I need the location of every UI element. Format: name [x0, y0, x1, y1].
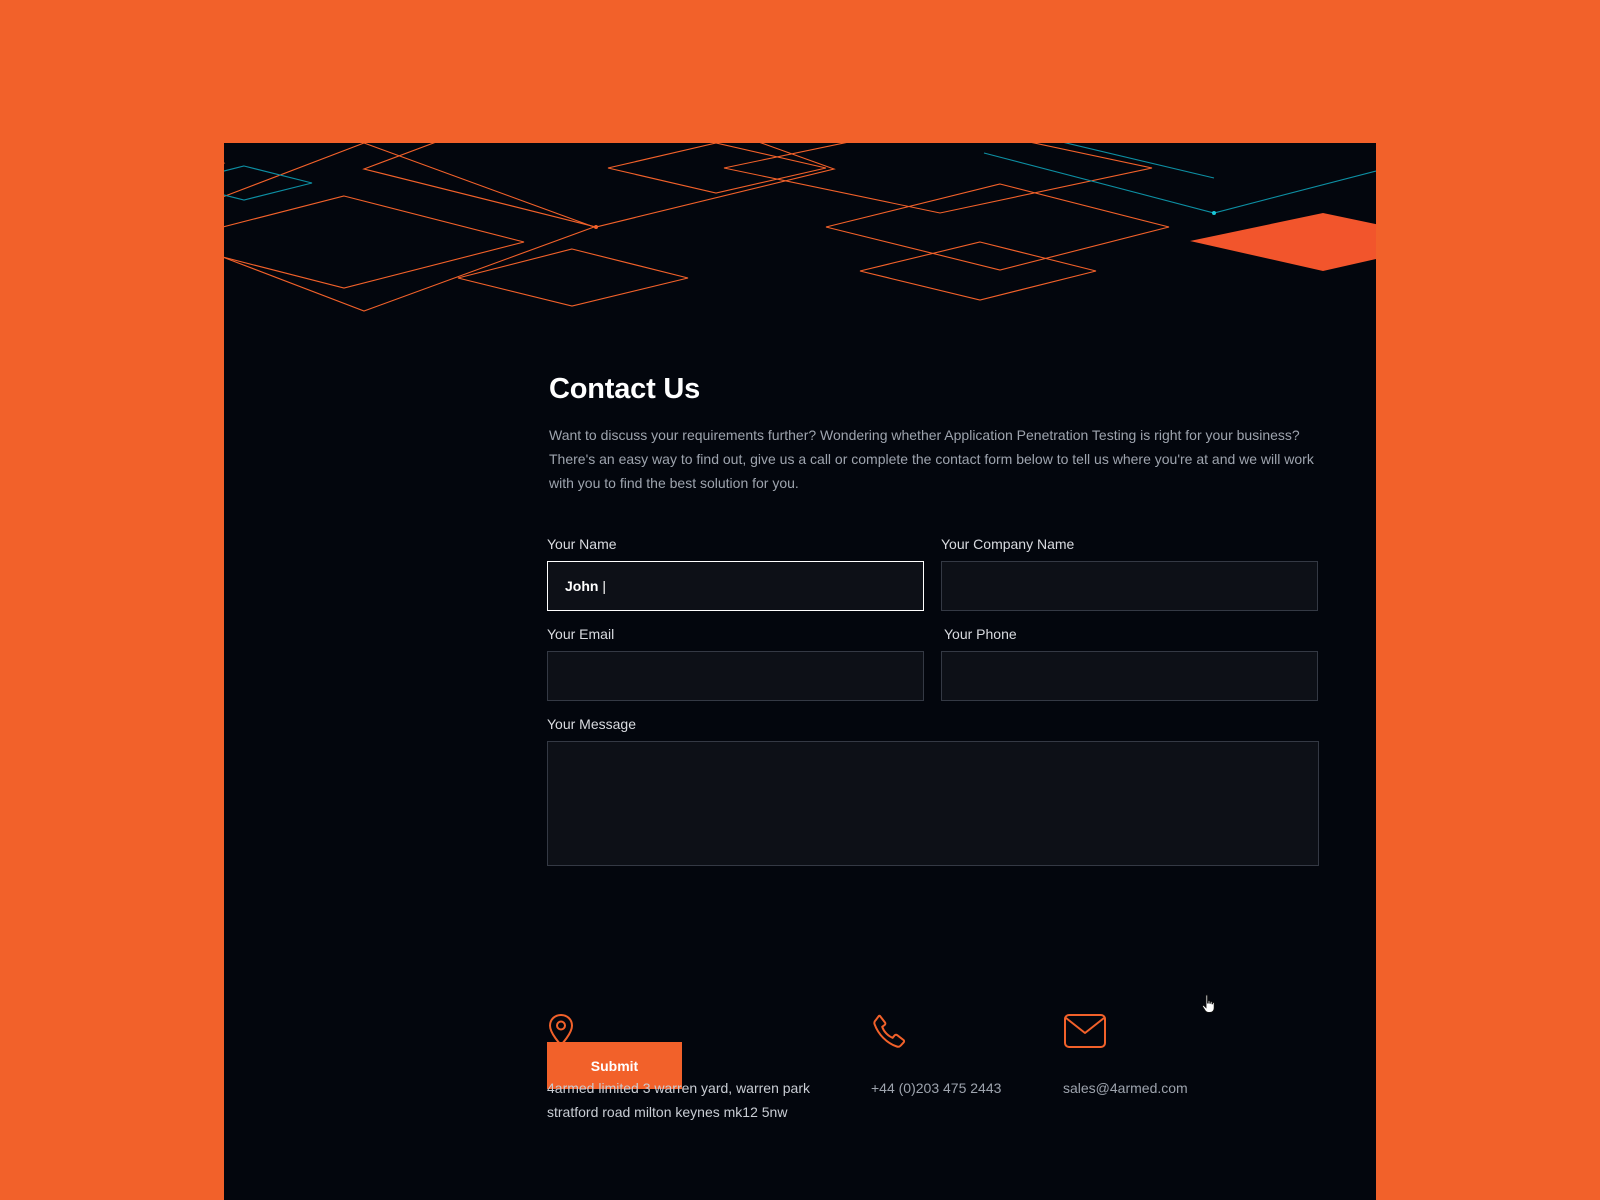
pattern-filled-diamond — [1190, 213, 1376, 271]
name-label: Your Name — [547, 536, 617, 552]
company-field-group: Your Company Name — [941, 535, 1318, 611]
company-label: Your Company Name — [941, 536, 1075, 552]
intro-paragraph: Want to discuss your requirements furthe… — [549, 427, 1314, 491]
pattern-diamond — [825, 183, 1170, 271]
pattern-node-cyan — [1212, 211, 1216, 215]
pattern-diamond — [859, 241, 1097, 301]
company-input[interactable] — [941, 561, 1318, 611]
message-label: Your Message — [547, 716, 636, 732]
phone-field-group: Your Phone — [941, 625, 1318, 701]
phone-input[interactable] — [941, 651, 1318, 701]
pattern-line-cyan — [983, 152, 1376, 214]
phone-label: Your Phone — [944, 626, 1017, 642]
mail-icon — [1064, 1014, 1106, 1048]
email-label: Your Email — [547, 626, 615, 642]
message-field-group: Your Message — [547, 715, 1319, 866]
phone-block: +44 (0)203 475 2443 — [871, 1013, 1001, 1100]
name-input[interactable]: John | — [547, 561, 924, 611]
hero-geometric-pattern — [224, 143, 1376, 312]
pattern-diamond — [224, 143, 596, 312]
pattern-diamond — [607, 143, 827, 194]
contact-panel: Contact Us Want to discuss your requirem… — [224, 143, 1376, 1200]
text-caret: | — [598, 578, 606, 594]
name-input-value: John — [565, 578, 599, 594]
email-block: sales@4armed.com — [1063, 1013, 1188, 1100]
message-textarea[interactable] — [547, 741, 1319, 866]
email-address[interactable]: sales@4armed.com — [1063, 1076, 1188, 1100]
phone-icon — [873, 1014, 906, 1048]
email-field-group: Your Email — [547, 625, 924, 701]
pattern-diamond-cyan — [224, 165, 313, 201]
address-line-1: 4armed limited 3 warren yard, warren par… — [547, 1080, 810, 1096]
address-text: 4armed limited 3 warren yard, warren par… — [547, 1076, 810, 1124]
name-field-group: Your Name John | — [547, 535, 924, 611]
address-block: 4armed limited 3 warren yard, warren par… — [547, 1013, 810, 1124]
address-line-2: stratford road milton keynes mk12 5nw — [547, 1104, 788, 1120]
phone-number[interactable]: +44 (0)203 475 2443 — [871, 1076, 1001, 1100]
location-pin-icon — [548, 1013, 574, 1047]
pattern-diamond — [457, 248, 689, 307]
pattern-node — [594, 225, 598, 229]
pattern-diamond — [723, 143, 1153, 214]
intro-section: Contact Us Want to discuss your requirem… — [549, 371, 1319, 495]
hand-pointer-cursor-icon — [1202, 994, 1215, 1013]
email-input[interactable] — [547, 651, 924, 701]
pattern-diamond — [362, 143, 836, 228]
page-title: Contact Us — [549, 373, 701, 405]
